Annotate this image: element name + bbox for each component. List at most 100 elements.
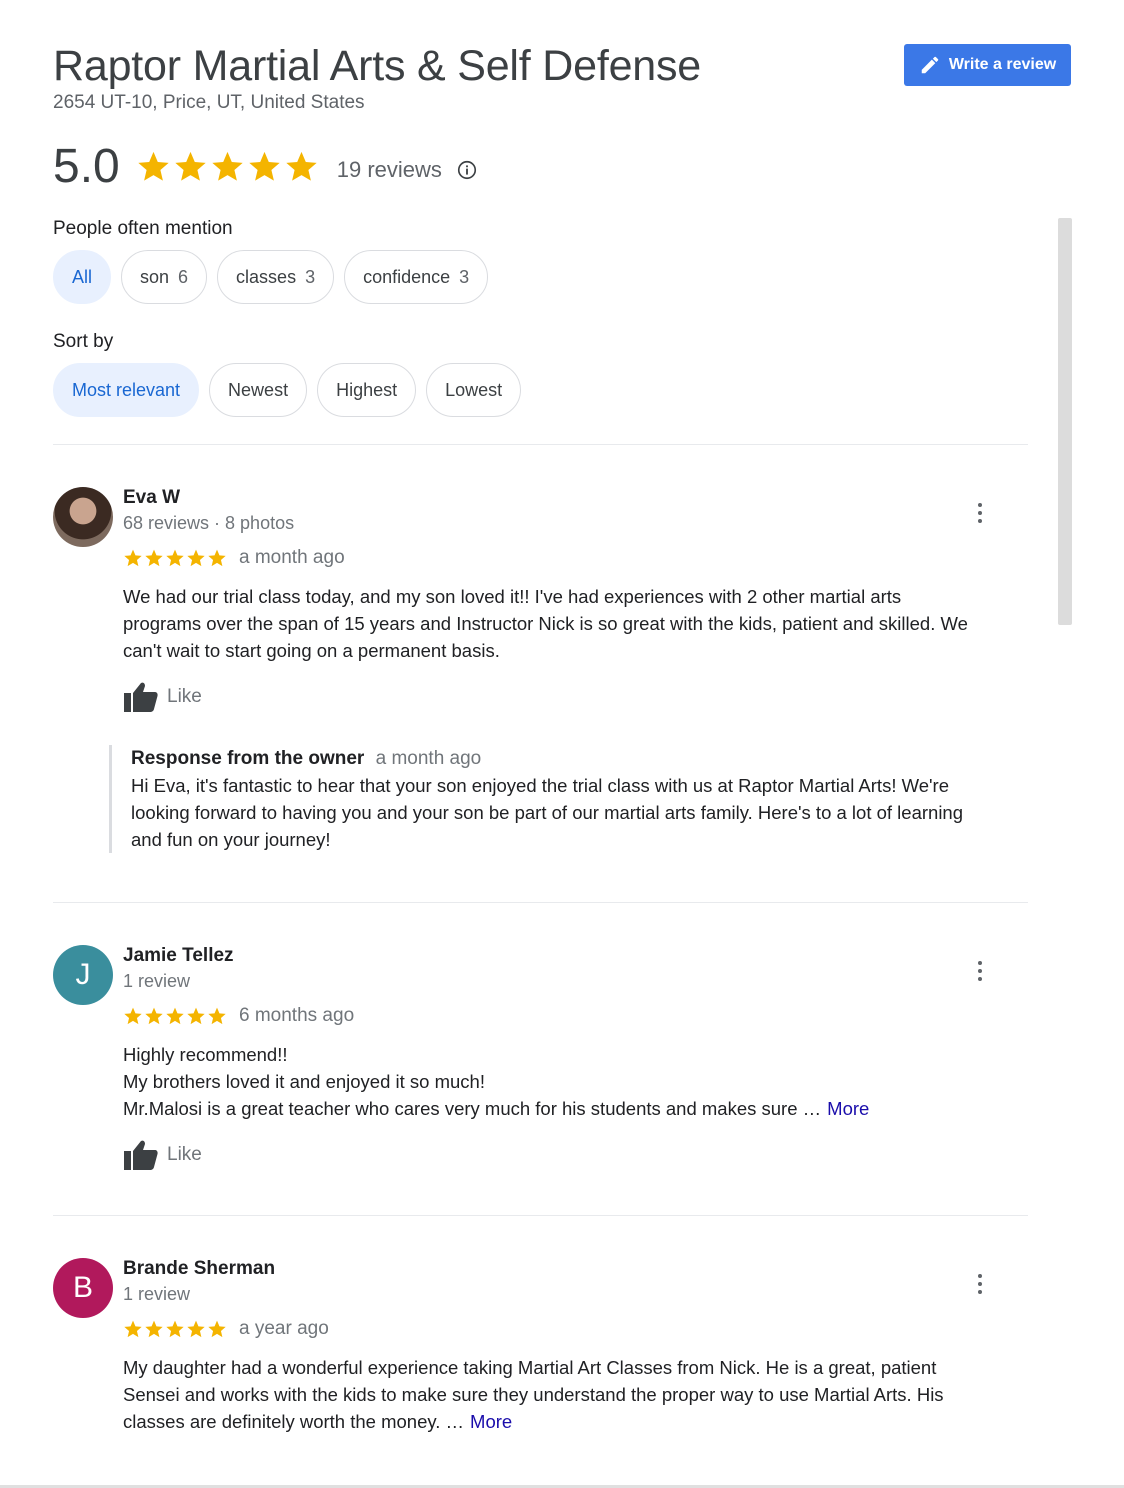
sort-highest[interactable]: Highest — [317, 363, 417, 417]
star-icon — [175, 151, 206, 181]
sort-lowest[interactable]: Lowest — [426, 363, 522, 417]
star-icon — [124, 1320, 142, 1338]
thumbs-up-icon — [124, 1140, 158, 1170]
review-text-line: Mr.Malosi is a great teacher who cares v… — [123, 1095, 1023, 1122]
review-time: 6 months ago — [239, 1005, 355, 1026]
like-label: Like — [167, 686, 202, 707]
owner-text-line: and fun on your journey! — [131, 829, 331, 850]
chip-label: All — [71, 266, 92, 287]
sort-newest[interactable]: Newest — [209, 363, 308, 417]
star-icon — [187, 1320, 205, 1338]
star-icon — [145, 549, 163, 567]
mentions-chips: All son 6 classes 3 confidence 3 — [53, 250, 489, 304]
review-rating: a month ago — [123, 547, 345, 569]
reviewer-name[interactable]: Jamie Tellez — [123, 945, 234, 967]
star-icon — [249, 151, 280, 181]
review-stars — [123, 1006, 227, 1026]
like-label: Like — [167, 1144, 202, 1165]
review-text: We had our trial class today, and my son… — [123, 583, 1023, 664]
chip-confidence[interactable]: confidence 3 — [344, 250, 489, 304]
star-icon — [208, 1007, 226, 1025]
owner-response-header: Response from the owner a month ago — [131, 745, 1019, 772]
sort-most-relevant[interactable]: Most relevant — [53, 363, 200, 417]
star-icon — [286, 151, 317, 181]
chip-label: classes — [236, 266, 297, 287]
divider — [53, 444, 1028, 445]
owner-response-text: Hi Eva, it's fantastic to hear that your… — [131, 772, 1019, 853]
more-link[interactable]: More — [827, 1098, 869, 1119]
rating-value: 5.0 — [53, 139, 120, 193]
reviewer-meta: 1 review — [123, 1284, 191, 1304]
star-icon — [166, 1007, 184, 1025]
star-icon — [124, 549, 142, 567]
owner-response-time: a month ago — [375, 748, 482, 769]
chip-count: 6 — [178, 266, 189, 287]
more-link[interactable]: More — [470, 1411, 512, 1432]
review-time: a month ago — [239, 547, 345, 568]
review-stars — [123, 1319, 227, 1339]
review-stars — [123, 548, 227, 568]
review-text-line: classes are definitely worth the money. … — [123, 1408, 1023, 1435]
review-text-line: My brothers loved it and enjoyed it so m… — [123, 1071, 485, 1092]
review-text-segment: Mr.Malosi is a great teacher who cares v… — [123, 1098, 822, 1119]
chip-label: son — [140, 266, 170, 287]
star-icon — [187, 1007, 205, 1025]
review-text-line: can't wait to start going on a permanent… — [123, 640, 500, 661]
star-icon — [187, 549, 205, 567]
avatar[interactable]: J — [53, 945, 113, 1005]
review-text-line: We had our trial class today, and my son… — [123, 586, 902, 607]
more-options-icon[interactable] — [969, 957, 991, 985]
review-text: Highly recommend!! My brothers loved it … — [123, 1041, 1023, 1122]
sort-chips: Most relevant Newest Highest Lowest — [53, 363, 522, 417]
star-icon — [145, 1320, 163, 1338]
owner-text-line: looking forward to having you and your s… — [131, 802, 964, 823]
like-button[interactable]: Like — [123, 681, 202, 713]
thumbs-up-icon — [124, 682, 158, 712]
star-icon — [138, 151, 169, 181]
review-text-line: My daughter had a wonderful experience t… — [123, 1357, 937, 1378]
avatar[interactable]: B — [53, 1258, 113, 1318]
divider — [53, 902, 1028, 903]
reviews-count: 19 reviews — [336, 157, 442, 182]
review-rating: a year ago — [123, 1318, 329, 1340]
review-item: B Brande Sherman 1 review a year ago My … — [53, 1258, 1028, 1438]
review-rating: 6 months ago — [123, 1005, 354, 1027]
star-icon — [124, 1007, 142, 1025]
star-icon — [212, 151, 243, 181]
more-options-icon[interactable] — [969, 1270, 991, 1298]
chip-label: confidence — [363, 266, 451, 287]
review-text-line: programs over the span of 15 years and I… — [123, 613, 968, 634]
review-text-line: Sensei and works with the kids to make s… — [123, 1384, 944, 1405]
owner-response: Response from the owner a month ago Hi E… — [109, 745, 1019, 853]
star-icon — [208, 549, 226, 567]
review-text-segment: classes are definitely worth the money. … — [123, 1411, 465, 1432]
chip-classes[interactable]: classes 3 — [217, 250, 335, 304]
business-title: Raptor Martial Arts & Self Defense — [53, 42, 702, 90]
chip-all[interactable]: All — [53, 250, 111, 304]
chip-count: 3 — [459, 266, 470, 287]
star-icon — [145, 1007, 163, 1025]
review-item: Eva W 68 reviews · 8 photos a month ago … — [53, 487, 1028, 867]
chip-son[interactable]: son 6 — [121, 250, 208, 304]
pencil-icon — [921, 56, 939, 74]
more-options-icon[interactable] — [969, 499, 991, 527]
like-button[interactable]: Like — [123, 1139, 202, 1171]
info-icon[interactable] — [456, 159, 478, 181]
write-review-button[interactable]: Write a review — [904, 44, 1071, 86]
review-time: a year ago — [239, 1318, 329, 1339]
reviewer-meta: 1 review — [123, 971, 191, 991]
mentions-label: People often mention — [53, 218, 233, 239]
avatar[interactable] — [53, 487, 113, 547]
reviewer-name[interactable]: Eva W — [123, 487, 180, 509]
divider — [53, 1215, 1028, 1216]
reviewer-name[interactable]: Brande Sherman — [123, 1258, 275, 1280]
owner-response-heading: Response from the owner — [131, 748, 365, 769]
scrollbar[interactable] — [1058, 218, 1072, 625]
business-address: 2654 UT-10, Price, UT, United States — [53, 92, 365, 113]
reviewer-meta: 68 reviews · 8 photos — [123, 513, 295, 533]
rating-summary: 5.0 19 reviews — [53, 136, 478, 196]
chip-count: 3 — [305, 266, 316, 287]
sort-label: Sort by — [53, 331, 114, 352]
star-icon — [166, 1320, 184, 1338]
write-review-label: Write a review — [948, 56, 1057, 73]
